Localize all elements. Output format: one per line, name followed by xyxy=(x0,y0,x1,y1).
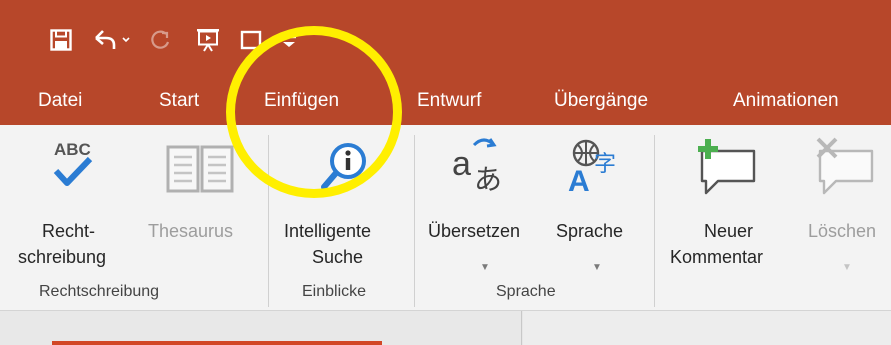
delete-comment-button[interactable]: Löschen ▼ xyxy=(796,133,891,273)
workspace xyxy=(0,311,891,345)
svg-text:あ: あ xyxy=(474,163,502,195)
group-label-proofing: Rechtschreibung xyxy=(39,283,160,300)
book-icon xyxy=(166,143,234,202)
smart-lookup-label-line2: Suche xyxy=(312,247,364,267)
delete-comment-label: Löschen xyxy=(808,221,877,241)
spelling-label-line1: Recht- xyxy=(42,221,96,241)
group-label-insights: Einblicke xyxy=(302,283,367,300)
smart-lookup-label-line1: Intelligente xyxy=(284,221,372,241)
tab-animationen[interactable]: Animationen xyxy=(733,90,839,112)
ribbon-panel: ABC Recht- schreibung Thesaurus Intellig xyxy=(0,125,891,311)
svg-text:字: 字 xyxy=(594,152,616,177)
redo-icon[interactable] xyxy=(144,22,176,58)
start-from-beginning-icon[interactable] xyxy=(190,22,226,58)
new-comment-icon xyxy=(696,137,760,204)
translate-label: Übersetzen xyxy=(428,221,521,241)
svg-text:ABC: ABC xyxy=(54,140,91,159)
ribbon-tabs: Datei Start Einfügen Entwurf Übergänge A… xyxy=(0,80,891,125)
tab-start[interactable]: Start xyxy=(159,90,199,112)
abc-check-icon: ABC xyxy=(50,137,102,196)
delete-comment-icon xyxy=(814,137,878,204)
tab-datei[interactable]: Datei xyxy=(38,90,82,112)
svg-text:a: a xyxy=(452,145,471,183)
new-comment-label-line2: Kommentar xyxy=(670,247,764,267)
translate-button[interactable]: a あ Übersetzen ▼ xyxy=(424,133,546,273)
undo-icon[interactable] xyxy=(92,22,136,58)
save-icon[interactable] xyxy=(44,22,78,58)
translate-icon: a あ xyxy=(450,133,514,202)
spelling-button[interactable]: ABC Recht- schreibung xyxy=(12,133,134,273)
svg-text:A: A xyxy=(568,165,590,195)
group-separator xyxy=(654,135,655,307)
chevron-down-icon: ▼ xyxy=(592,262,602,273)
slide-thumbnail-pane[interactable] xyxy=(0,311,522,345)
slide-thumbnail[interactable] xyxy=(52,341,382,345)
language-icon: A 字 xyxy=(564,135,624,202)
language-label: Sprache xyxy=(556,221,624,241)
highlight-circle-annotation xyxy=(226,26,402,198)
tab-uebergaenge[interactable]: Übergänge xyxy=(554,90,648,112)
title-bar: Datei Start Einfügen Entwurf Übergänge A… xyxy=(0,0,891,125)
chevron-down-icon: ▼ xyxy=(842,262,852,273)
chevron-down-icon: ▼ xyxy=(480,262,490,273)
tab-entwurf[interactable]: Entwurf xyxy=(417,90,481,112)
group-label-language: Sprache xyxy=(496,283,556,300)
thesaurus-label: Thesaurus xyxy=(148,221,234,241)
slide-editor-pane[interactable] xyxy=(523,311,891,345)
group-separator xyxy=(414,135,415,307)
spelling-label-line2: schreibung xyxy=(18,247,107,267)
new-comment-button[interactable]: Neuer Kommentar xyxy=(662,133,784,273)
language-button[interactable]: A 字 Sprache ▼ xyxy=(540,133,644,273)
new-comment-label-line1: Neuer xyxy=(704,221,754,241)
